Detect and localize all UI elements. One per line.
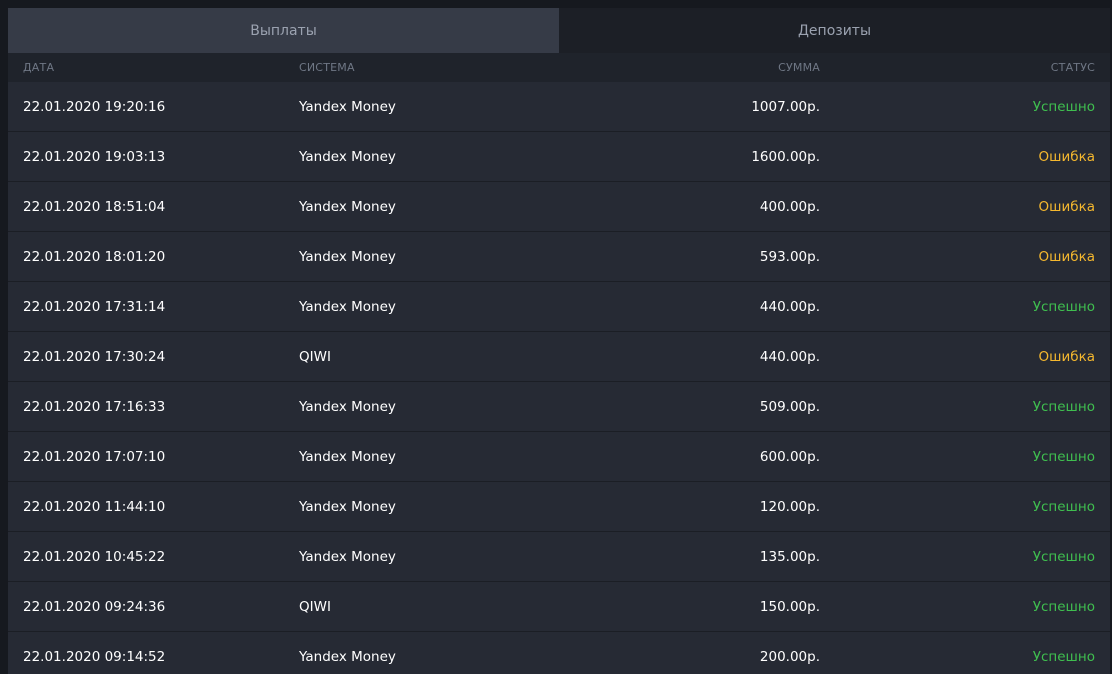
- row-status: Ошибка: [1038, 148, 1095, 165]
- tab-bar: Выплаты Депозиты: [8, 8, 1110, 53]
- column-header-system: СИСТЕМА: [299, 61, 355, 74]
- row-date: 22.01.2020 10:45:22: [23, 548, 166, 565]
- row-status: Успешно: [1032, 98, 1095, 115]
- row-sum: 600.00р.: [759, 448, 820, 465]
- row-date: 22.01.2020 17:07:10: [23, 448, 166, 465]
- table-row: 22.01.2020 17:30:24 QIWI 440.00р. Ошибка: [8, 332, 1110, 382]
- tab-deposits[interactable]: Депозиты: [559, 8, 1110, 53]
- row-system: Yandex Money: [299, 548, 396, 565]
- row-system: Yandex Money: [299, 148, 396, 165]
- row-sum: 150.00р.: [759, 598, 820, 615]
- row-date: 22.01.2020 18:51:04: [23, 198, 166, 215]
- row-sum: 509.00р.: [759, 398, 820, 415]
- row-status: Ошибка: [1038, 248, 1095, 265]
- table-row: 22.01.2020 09:14:52 Yandex Money 200.00р…: [8, 632, 1110, 674]
- row-date: 22.01.2020 18:01:20: [23, 248, 166, 265]
- row-sum: 593.00р.: [759, 248, 820, 265]
- row-date: 22.01.2020 09:14:52: [23, 648, 166, 665]
- column-header-status: СТАТУС: [1050, 61, 1095, 74]
- column-header-sum: СУММА: [778, 61, 820, 74]
- table-row: 22.01.2020 10:45:22 Yandex Money 135.00р…: [8, 532, 1110, 582]
- payouts-panel: Выплаты Депозиты ДАТА СИСТЕМА СУММА СТАТ…: [8, 8, 1110, 674]
- table-row: 22.01.2020 19:20:16 Yandex Money 1007.00…: [8, 82, 1110, 132]
- row-system: QIWI: [299, 348, 331, 365]
- row-system: Yandex Money: [299, 198, 396, 215]
- row-sum: 400.00р.: [759, 198, 820, 215]
- row-system: Yandex Money: [299, 448, 396, 465]
- table-row: 22.01.2020 18:01:20 Yandex Money 593.00р…: [8, 232, 1110, 282]
- row-date: 22.01.2020 19:03:13: [23, 148, 166, 165]
- table-row: 22.01.2020 17:07:10 Yandex Money 600.00р…: [8, 432, 1110, 482]
- row-status: Успешно: [1032, 448, 1095, 465]
- row-sum: 135.00р.: [759, 548, 820, 565]
- column-header-date: ДАТА: [23, 61, 55, 74]
- row-sum: 440.00р.: [759, 348, 820, 365]
- row-sum: 200.00р.: [759, 648, 820, 665]
- row-system: QIWI: [299, 598, 331, 615]
- table-header: ДАТА СИСТЕМА СУММА СТАТУС: [8, 53, 1110, 82]
- row-date: 22.01.2020 11:44:10: [23, 498, 166, 515]
- row-status: Успешно: [1032, 648, 1095, 665]
- row-system: Yandex Money: [299, 98, 396, 115]
- row-sum: 120.00р.: [759, 498, 820, 515]
- row-sum: 1007.00р.: [751, 98, 820, 115]
- row-date: 22.01.2020 19:20:16: [23, 98, 166, 115]
- table-row: 22.01.2020 09:24:36 QIWI 150.00р. Успешн…: [8, 582, 1110, 632]
- row-status: Ошибка: [1038, 348, 1095, 365]
- row-date: 22.01.2020 09:24:36: [23, 598, 166, 615]
- table-row: 22.01.2020 18:51:04 Yandex Money 400.00р…: [8, 182, 1110, 232]
- row-system: Yandex Money: [299, 398, 396, 415]
- row-status: Успешно: [1032, 598, 1095, 615]
- table-row: 22.01.2020 11:44:10 Yandex Money 120.00р…: [8, 482, 1110, 532]
- row-date: 22.01.2020 17:30:24: [23, 348, 166, 365]
- row-sum: 440.00р.: [759, 298, 820, 315]
- row-system: Yandex Money: [299, 248, 396, 265]
- table-body: 22.01.2020 19:20:16 Yandex Money 1007.00…: [8, 82, 1110, 674]
- row-date: 22.01.2020 17:31:14: [23, 298, 166, 315]
- tab-payouts[interactable]: Выплаты: [8, 8, 559, 53]
- row-system: Yandex Money: [299, 498, 396, 515]
- row-sum: 1600.00р.: [751, 148, 820, 165]
- row-date: 22.01.2020 17:16:33: [23, 398, 166, 415]
- table-row: 22.01.2020 17:31:14 Yandex Money 440.00р…: [8, 282, 1110, 332]
- row-status: Успешно: [1032, 548, 1095, 565]
- row-system: Yandex Money: [299, 648, 396, 665]
- row-status: Успешно: [1032, 398, 1095, 415]
- row-status: Ошибка: [1038, 198, 1095, 215]
- row-system: Yandex Money: [299, 298, 396, 315]
- table-row: 22.01.2020 17:16:33 Yandex Money 509.00р…: [8, 382, 1110, 432]
- row-status: Успешно: [1032, 498, 1095, 515]
- table-row: 22.01.2020 19:03:13 Yandex Money 1600.00…: [8, 132, 1110, 182]
- row-status: Успешно: [1032, 298, 1095, 315]
